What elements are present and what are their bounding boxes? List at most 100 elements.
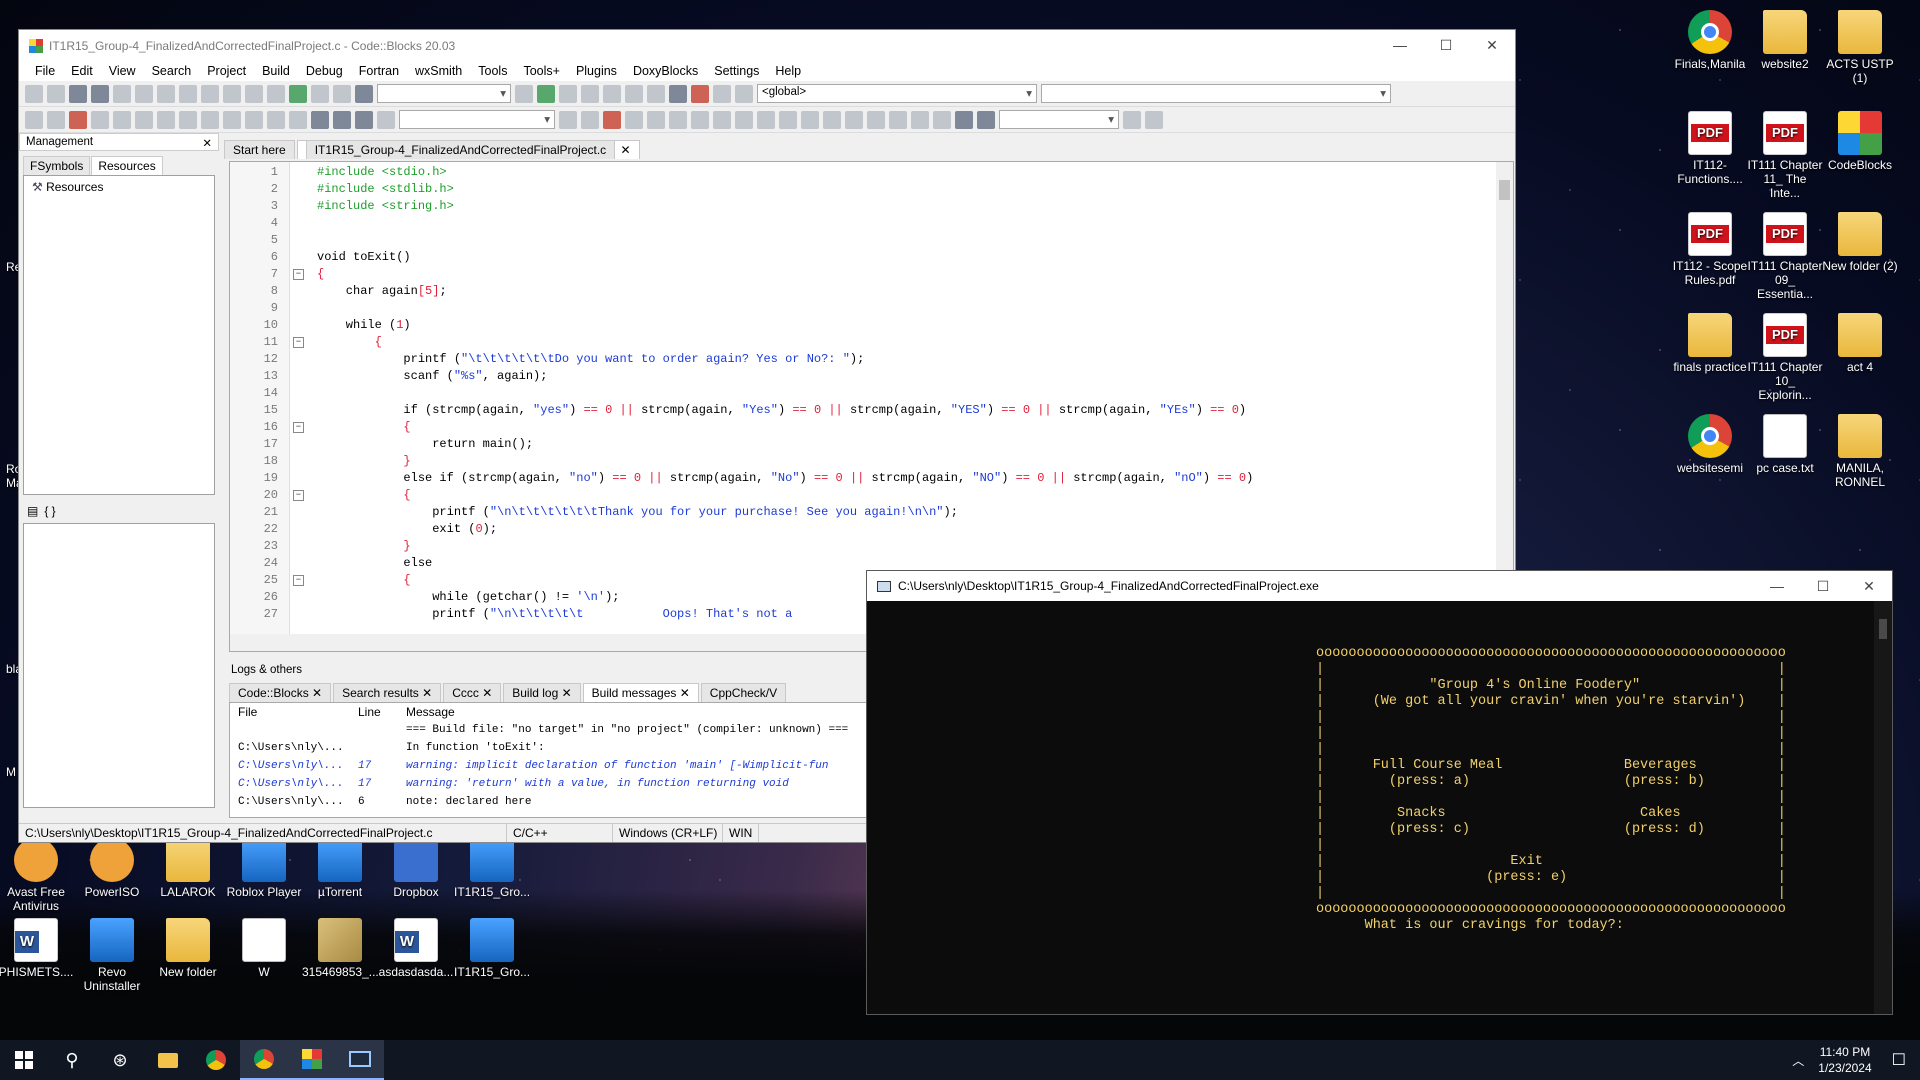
step-instruction-icon[interactable]: [647, 84, 665, 103]
chrome-profile-icon[interactable]: [240, 1040, 288, 1080]
debug-continue-icon[interactable]: [537, 84, 555, 103]
code-completion-icon[interactable]: [157, 110, 175, 129]
fold-marker-icon[interactable]: −: [293, 269, 304, 280]
desktop-icon[interactable]: act 4: [1822, 313, 1898, 374]
magic-wand-icon[interactable]: [669, 110, 687, 129]
function-select[interactable]: [1041, 84, 1391, 103]
debug-target-icon[interactable]: [515, 84, 533, 103]
menu-item-wxsmith[interactable]: wxSmith: [407, 64, 470, 78]
menu-item-debug[interactable]: Debug: [298, 64, 351, 78]
build-settings-icon[interactable]: [267, 84, 285, 103]
menu-item-edit[interactable]: Edit: [63, 64, 101, 78]
console-output[interactable]: oooooooooooooooooooooooooooooooooooooooo…: [867, 601, 1874, 1014]
desktop-icon[interactable]: Finals,Manila: [1672, 10, 1748, 71]
menu-item-settings[interactable]: Settings: [706, 64, 767, 78]
desktop-icon[interactable]: IT1R15_Gro...: [454, 838, 530, 899]
console-scrollbar[interactable]: [1874, 601, 1892, 1014]
desktop-icon[interactable]: New folder (2): [1822, 212, 1898, 273]
menu-item-project[interactable]: Project: [199, 64, 254, 78]
save-all-icon[interactable]: [91, 84, 109, 103]
break-debugger-icon[interactable]: [669, 84, 687, 103]
code-line[interactable]: 21 printf ("\n\t\t\t\t\t\tThank you for …: [230, 504, 1513, 521]
tab-source-file[interactable]: IT1R15_Group-4_FinalizedAndCorrectedFina…: [296, 140, 640, 159]
notification-icon[interactable]: ☐: [1886, 1050, 1920, 1070]
format-text-icon[interactable]: [647, 110, 665, 129]
desktop-icon[interactable]: Revo Uninstaller: [74, 918, 150, 993]
console-maximize-button[interactable]: ☐: [1800, 578, 1846, 595]
desktop-icon[interactable]: asdasdasda...: [378, 918, 454, 979]
desktop-icon[interactable]: IT1R15_Gro...: [454, 918, 530, 979]
console-minimize-button[interactable]: —: [1754, 578, 1800, 595]
start-button[interactable]: [0, 1040, 48, 1080]
desktop-icon[interactable]: 315469853_...: [302, 918, 379, 979]
next-bookmark-icon[interactable]: [113, 110, 131, 129]
cut-icon[interactable]: [157, 84, 175, 103]
code-line[interactable]: 9: [230, 300, 1513, 317]
step-out-icon[interactable]: [603, 84, 621, 103]
paste-icon[interactable]: [201, 84, 219, 103]
wx-box-icon[interactable]: [845, 110, 863, 129]
next-change-icon[interactable]: [355, 110, 373, 129]
wx-frame-icon[interactable]: [713, 110, 731, 129]
steam-icon[interactable]: ⊛: [96, 1040, 144, 1080]
find-icon[interactable]: [223, 84, 241, 103]
code-line[interactable]: 3 #include <string.h>: [230, 198, 1513, 215]
log-tab-search-results[interactable]: Search results ✕: [333, 683, 442, 702]
fold-marker-icon[interactable]: −: [293, 337, 304, 348]
desktop-icon[interactable]: IT112-Functions....: [1672, 111, 1748, 186]
fold-marker-icon[interactable]: −: [293, 575, 304, 586]
clock[interactable]: 11:40 PM 1/23/2024: [1804, 1044, 1885, 1076]
c-icon[interactable]: [977, 110, 995, 129]
wx-text-icon[interactable]: [889, 110, 907, 129]
chrome-icon[interactable]: [192, 1040, 240, 1080]
s-icon[interactable]: [955, 110, 973, 129]
wx-panel-icon[interactable]: [757, 110, 775, 129]
zoom-in-icon[interactable]: [911, 110, 929, 129]
scope-select[interactable]: <global>: [757, 84, 1037, 103]
console-taskbar-icon[interactable]: [336, 1040, 384, 1080]
run-icon[interactable]: [289, 84, 307, 103]
search-prev-icon[interactable]: [559, 110, 577, 129]
log-tab-cppcheck-v[interactable]: CppCheck/V: [700, 683, 787, 702]
code-line[interactable]: 22 exit (0);: [230, 521, 1513, 538]
menu-item-help[interactable]: Help: [767, 64, 809, 78]
desktop-icon[interactable]: finals practice: [1672, 313, 1748, 374]
prev-bookmark-icon[interactable]: [91, 110, 109, 129]
code-line[interactable]: 2 #include <stdlib.h>: [230, 181, 1513, 198]
step-into-icon[interactable]: [559, 84, 577, 103]
console-close-button[interactable]: ✕: [1846, 578, 1892, 595]
log-tab-build-messages[interactable]: Build messages ✕: [582, 683, 699, 702]
codeblocks-title-bar[interactable]: IT1R15_Group-4_FinalizedAndCorrectedFina…: [19, 30, 1515, 61]
col-file[interactable]: File: [230, 703, 358, 721]
step-over-icon[interactable]: [581, 84, 599, 103]
jump-back-icon[interactable]: [25, 110, 43, 129]
abort-icon[interactable]: [355, 84, 373, 103]
replace-icon[interactable]: [245, 84, 263, 103]
code-search-input[interactable]: [999, 110, 1119, 129]
desktop-icon[interactable]: IT112 - Scope Rules.pdf: [1672, 212, 1748, 287]
desktop-icon[interactable]: PHISMETS....: [0, 918, 74, 979]
tab-resources[interactable]: Resources: [91, 156, 163, 175]
code-line[interactable]: 23 }: [230, 538, 1513, 555]
chm-icon[interactable]: [267, 110, 285, 129]
menu-item-search[interactable]: Search: [144, 64, 200, 78]
menu-item-doxyblocks[interactable]: DoxyBlocks: [625, 64, 706, 78]
wx-sizer-h-icon[interactable]: [779, 110, 797, 129]
desktop-icon[interactable]: W: [226, 918, 302, 979]
desktop-icon[interactable]: IT111 Chapter 10_ Explorin...: [1747, 313, 1823, 402]
log-tab-cccc[interactable]: Cccc ✕: [443, 683, 502, 702]
close-button[interactable]: ✕: [1469, 37, 1515, 54]
desktop-icon[interactable]: Roblox Player: [226, 838, 302, 899]
tools-icon[interactable]: [289, 110, 307, 129]
fold-marker-icon[interactable]: −: [293, 422, 304, 433]
menu-item-tools[interactable]: Tools: [470, 64, 515, 78]
minimize-button[interactable]: —: [1377, 37, 1423, 54]
redo-icon[interactable]: [135, 84, 153, 103]
next-instruction-icon[interactable]: [625, 84, 643, 103]
fold-marker-icon[interactable]: −: [293, 490, 304, 501]
menu-item-file[interactable]: File: [27, 64, 63, 78]
menu-item-build[interactable]: Build: [254, 64, 298, 78]
code-line[interactable]: 17 return main();: [230, 436, 1513, 453]
highlight-occurrence-icon[interactable]: [603, 110, 621, 129]
code-settings-icon[interactable]: [1145, 110, 1163, 129]
